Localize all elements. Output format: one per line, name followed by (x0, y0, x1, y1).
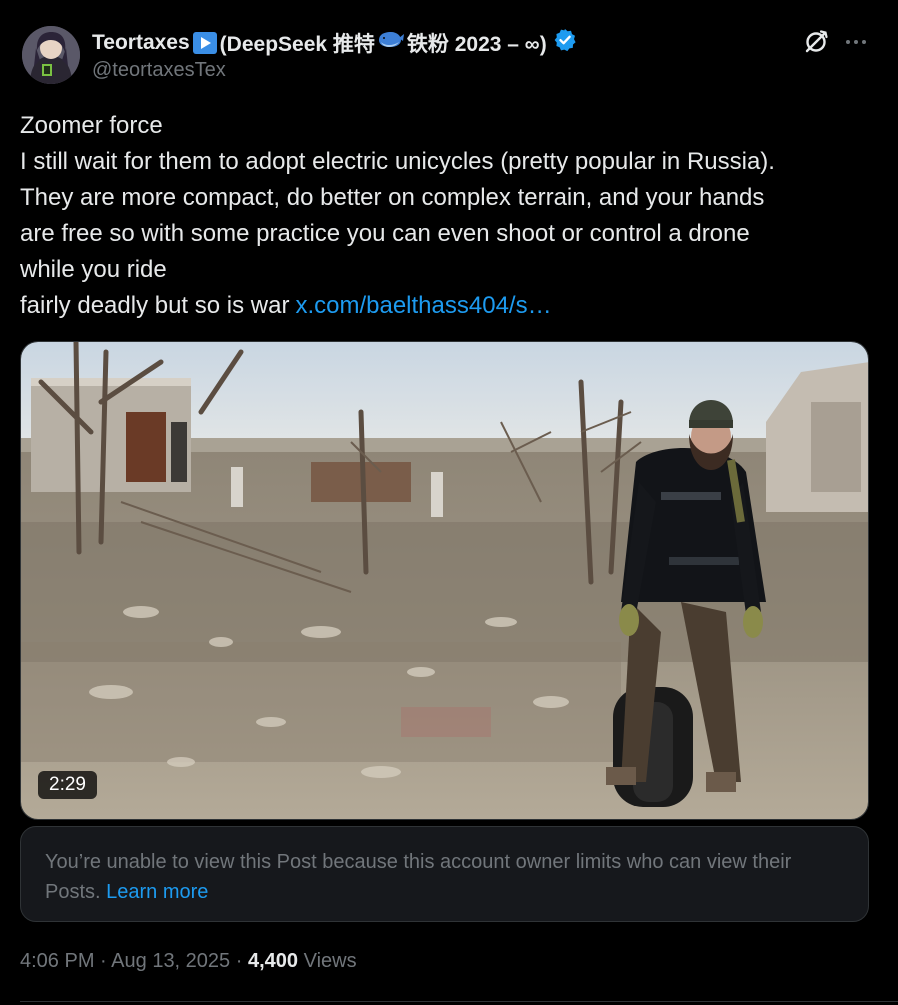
post-text-line: while you ride (20, 256, 167, 283)
author-handle[interactable]: @teortaxesTex (92, 59, 226, 82)
meta-separator: · (100, 950, 107, 972)
post: Teortaxes (DeepSeek 推特 铁粉 2023 – ∞) @teo… (0, 0, 898, 1005)
post-text: Zoomer force I still wait for them to ad… (20, 108, 880, 324)
author-name-prefix: Teortaxes (92, 31, 190, 54)
post-text-line: Zoomer force (20, 112, 163, 139)
post-text-last-line: fairly deadly but so is war x.com/baeltha… (20, 288, 880, 324)
more-options-icon[interactable] (842, 28, 870, 56)
post-text-line: I still wait for them to adopt electric … (20, 148, 775, 175)
avatar[interactable] (22, 26, 80, 84)
divider (20, 1001, 898, 1002)
verified-badge-icon (553, 28, 577, 58)
post-text-line: are free so with some practice you can e… (20, 220, 750, 247)
play-button-emoji-icon (192, 32, 217, 54)
post-date[interactable]: Aug 13, 2025 (111, 950, 230, 972)
author-name[interactable]: Teortaxes (DeepSeek 推特 铁粉 2023 – ∞) (92, 28, 577, 58)
post-text-line: They are more compact, do better on comp… (20, 184, 765, 211)
post-text-line: fairly deadly but so is war (20, 292, 290, 319)
quote-notice: You’re unable to view this Post because … (45, 847, 845, 907)
video-duration-badge: 2:29 (38, 771, 97, 799)
video-player[interactable] (20, 341, 869, 820)
grok-icon[interactable] (802, 28, 830, 56)
quoted-post-unavailable: You’re unable to view this Post because … (20, 826, 869, 922)
views-label: Views (303, 950, 357, 972)
meta-separator: · (235, 950, 243, 972)
author-name-suffix: 铁粉 2023 – ∞) (406, 33, 547, 56)
avatar-image (22, 26, 80, 84)
learn-more-link[interactable]: Learn more (106, 881, 208, 903)
whale-emoji-icon (377, 30, 405, 56)
post-meta: 4:06 PM · Aug 13, 2025 · 4,400 Views (20, 950, 357, 973)
post-time[interactable]: 4:06 PM (20, 950, 94, 972)
views-count: 4,400 (247, 950, 299, 972)
author-name-mid: (DeepSeek 推特 (219, 33, 375, 56)
video-thumbnail (21, 342, 868, 819)
quoted-post-link[interactable]: x.com/baelthass404/s… (295, 292, 551, 319)
